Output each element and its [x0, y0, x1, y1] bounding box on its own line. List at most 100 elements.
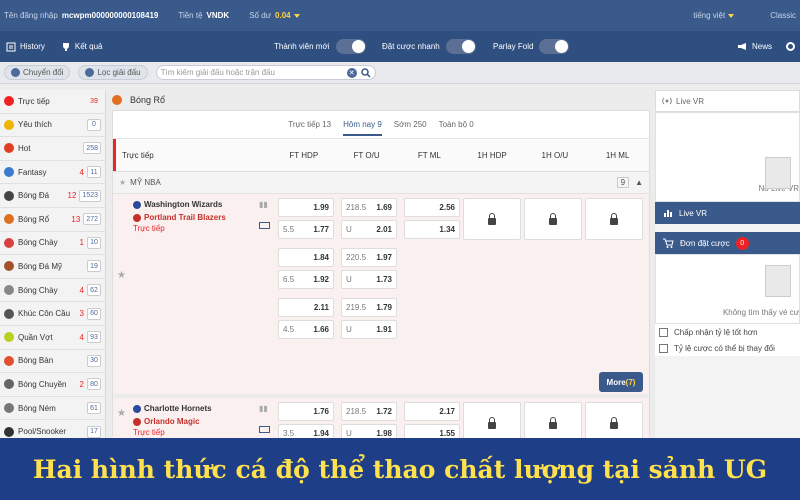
balance-info[interactable]: Số dư 0.04 [249, 11, 300, 20]
sidebar-item[interactable]: Fantasy 4 11 [0, 161, 105, 185]
col-1h-hdp: 1H HDP [477, 150, 507, 160]
league-row[interactable]: ★ MỸ NBA 9 ▲ [113, 172, 649, 194]
sidebar-item[interactable]: Bóng Đá 12 1523 [0, 184, 105, 208]
odds-box[interactable]: 2.11 [278, 298, 334, 317]
sidebar-item[interactable]: Bóng Chày 4 62 [0, 279, 105, 303]
sidebar-item-count: 258 [83, 142, 101, 155]
history-button[interactable]: History [6, 42, 45, 52]
odds-box[interactable]: 4.5 1.66 [278, 320, 334, 339]
sidebar-live-count: 13 [71, 214, 81, 224]
sidebar-item[interactable]: Hot 258 [0, 137, 105, 161]
home-team[interactable]: Charlotte Hornets [133, 402, 273, 415]
new-member-toggle[interactable]: Thành viên mới [274, 39, 366, 54]
odds-box[interactable]: 218.5 1.72 [341, 402, 397, 421]
results-button[interactable]: Kết quả [61, 42, 102, 52]
news-button[interactable]: News [737, 42, 772, 51]
odds-box[interactable]: 2.17 [404, 402, 460, 421]
odds-box[interactable]: U 1.73 [341, 270, 397, 289]
league-filter-button[interactable]: Lọc giải đấu [78, 65, 148, 80]
clear-icon[interactable]: ✕ [346, 67, 357, 78]
sidebar-item-label: Bóng Chuyền [18, 379, 67, 389]
gear-icon[interactable] [785, 41, 796, 52]
search-input[interactable]: Tìm kiếm giải đấu hoặc trận đấu [161, 68, 347, 77]
bet-slip-empty: Không tìm thấy vé cư [655, 254, 800, 324]
odds-box[interactable]: U 2.01 [341, 220, 397, 239]
banner-caption: Hai hình thức cá độ thể thao chất lượng … [32, 454, 768, 484]
odds-value: 1.99 [313, 203, 329, 212]
sidebar-item[interactable]: Trực tiếp 39 [0, 90, 105, 114]
search-icon[interactable] [360, 67, 371, 78]
theme-selector[interactable]: Classic [770, 11, 796, 20]
quick-bet-switch[interactable] [445, 39, 476, 54]
sidebar-item[interactable]: Bóng Ném 61 [0, 397, 105, 421]
odds-box[interactable]: 1.76 [278, 402, 334, 421]
odds-box[interactable]: 218.5 1.69 [341, 198, 397, 217]
odds-change-option[interactable]: Tỷ lệ cược có thể bị thay đổi [655, 340, 800, 356]
sidebar-item-count: 39 [90, 97, 98, 105]
total-line: 218.5 [346, 203, 367, 212]
away-team[interactable]: Portland Trail Blazers [133, 211, 273, 224]
odds-box[interactable]: 1.34 [404, 220, 460, 239]
star-icon[interactable]: ★ [119, 178, 126, 187]
odds-panel: Trực tiếp 13 Hôm nay 9 Sớm 250 Toàn bộ 0… [112, 110, 650, 458]
sidebar-item[interactable]: Yêu thích 0 [0, 114, 105, 138]
parlay-fold-switch[interactable] [539, 39, 570, 54]
chevron-up-icon[interactable]: ▲ [635, 178, 643, 187]
accept-better-odds-option[interactable]: Chấp nhận tỷ lệ tốt hơn [655, 324, 800, 340]
odds-box[interactable]: 1.99 [278, 198, 334, 217]
sidebar-item-label: Quần Vợt [18, 332, 53, 342]
stats-icon[interactable]: ▮▮ [259, 404, 268, 413]
sidebar-item[interactable]: Bóng Đá Mỹ 19 [0, 255, 105, 279]
odds-box[interactable]: 6.5 1.92 [278, 270, 334, 289]
sidebar-item[interactable]: Quần Vợt 4 93 [0, 326, 105, 350]
filter-bar: Chuyển đổi Lọc giải đấu Tìm kiếm giải đấ… [0, 62, 800, 84]
tab-today[interactable]: Hôm nay 9 [343, 120, 382, 136]
tab-early[interactable]: Sớm 250 [394, 120, 427, 129]
sidebar-item[interactable]: Khúc Côn Cầu 3 60 [0, 302, 105, 326]
sidebar-item[interactable]: Bóng Chuyền 2 80 [0, 373, 105, 397]
away-team-name: Orlando Magic [144, 417, 200, 426]
basketball-icon [112, 95, 122, 105]
sidebar-item[interactable]: Bóng Chày 1 10 [0, 232, 105, 256]
odds-box[interactable]: 2.56 [404, 198, 460, 217]
sidebar-item-count: 19 [87, 260, 101, 273]
odds-box[interactable]: 219.5 1.79 [341, 298, 397, 317]
tab-live[interactable]: Trực tiếp 13 [288, 120, 331, 129]
stats-icon[interactable]: ▮▮ [259, 200, 268, 209]
sidebar-item[interactable]: Bóng Rổ 13 272 [0, 208, 105, 232]
odds-change-checkbox[interactable] [659, 343, 668, 353]
handicap-line: 4.5 [283, 325, 295, 334]
away-team[interactable]: Orlando Magic [133, 415, 273, 428]
favorite-star-icon[interactable]: ★ [117, 270, 126, 281]
home-team-name: Washington Wizards [144, 200, 223, 209]
switch-view-button[interactable]: Chuyển đổi [4, 65, 71, 80]
sport-title: Bóng Rổ [130, 95, 166, 105]
sport-icon [4, 119, 14, 130]
sidebar-live-count: 1 [79, 238, 84, 248]
home-team[interactable]: Washington Wizards [133, 198, 273, 211]
odds-value: 1.97 [376, 253, 392, 262]
odds-box[interactable]: 5.5 1.77 [278, 220, 334, 239]
odds-box[interactable]: 1.84 [278, 248, 334, 267]
col-1h-ml: 1H ML [605, 150, 630, 160]
new-member-switch[interactable] [335, 39, 366, 54]
search-box[interactable]: Tìm kiếm giải đấu hoặc trận đấu ✕ [155, 65, 376, 80]
bar-chart-icon [664, 210, 672, 217]
sidebar-item-count: 272 [83, 213, 101, 226]
parlay-fold-toggle[interactable]: Parlay Fold [493, 39, 570, 54]
tv-icon[interactable] [259, 426, 270, 433]
caption-banner: Hai hình thức cá độ thể thao chất lượng … [0, 438, 800, 500]
favorite-star-icon[interactable]: ★ [117, 408, 126, 419]
quick-bet-toggle[interactable]: Đặt cược nhanh [382, 39, 476, 54]
more-markets-button[interactable]: More (7) [599, 372, 643, 392]
sidebar-item[interactable]: Bóng Bàn 30 [0, 350, 105, 374]
accept-better-checkbox[interactable] [659, 327, 668, 337]
live-vr-button[interactable]: Live VR [655, 202, 800, 224]
login-value: mcwpm000000000108419 [61, 11, 159, 20]
tab-all[interactable]: Toàn bộ 0 [439, 120, 474, 129]
language-selector[interactable]: tiếng việt [693, 11, 735, 20]
tv-icon[interactable] [259, 222, 270, 229]
odds-box[interactable]: U 1.91 [341, 320, 397, 339]
bet-slip-button[interactable]: Đơn đặt cược 0 [655, 232, 800, 254]
odds-box[interactable]: 220.5 1.97 [341, 248, 397, 267]
